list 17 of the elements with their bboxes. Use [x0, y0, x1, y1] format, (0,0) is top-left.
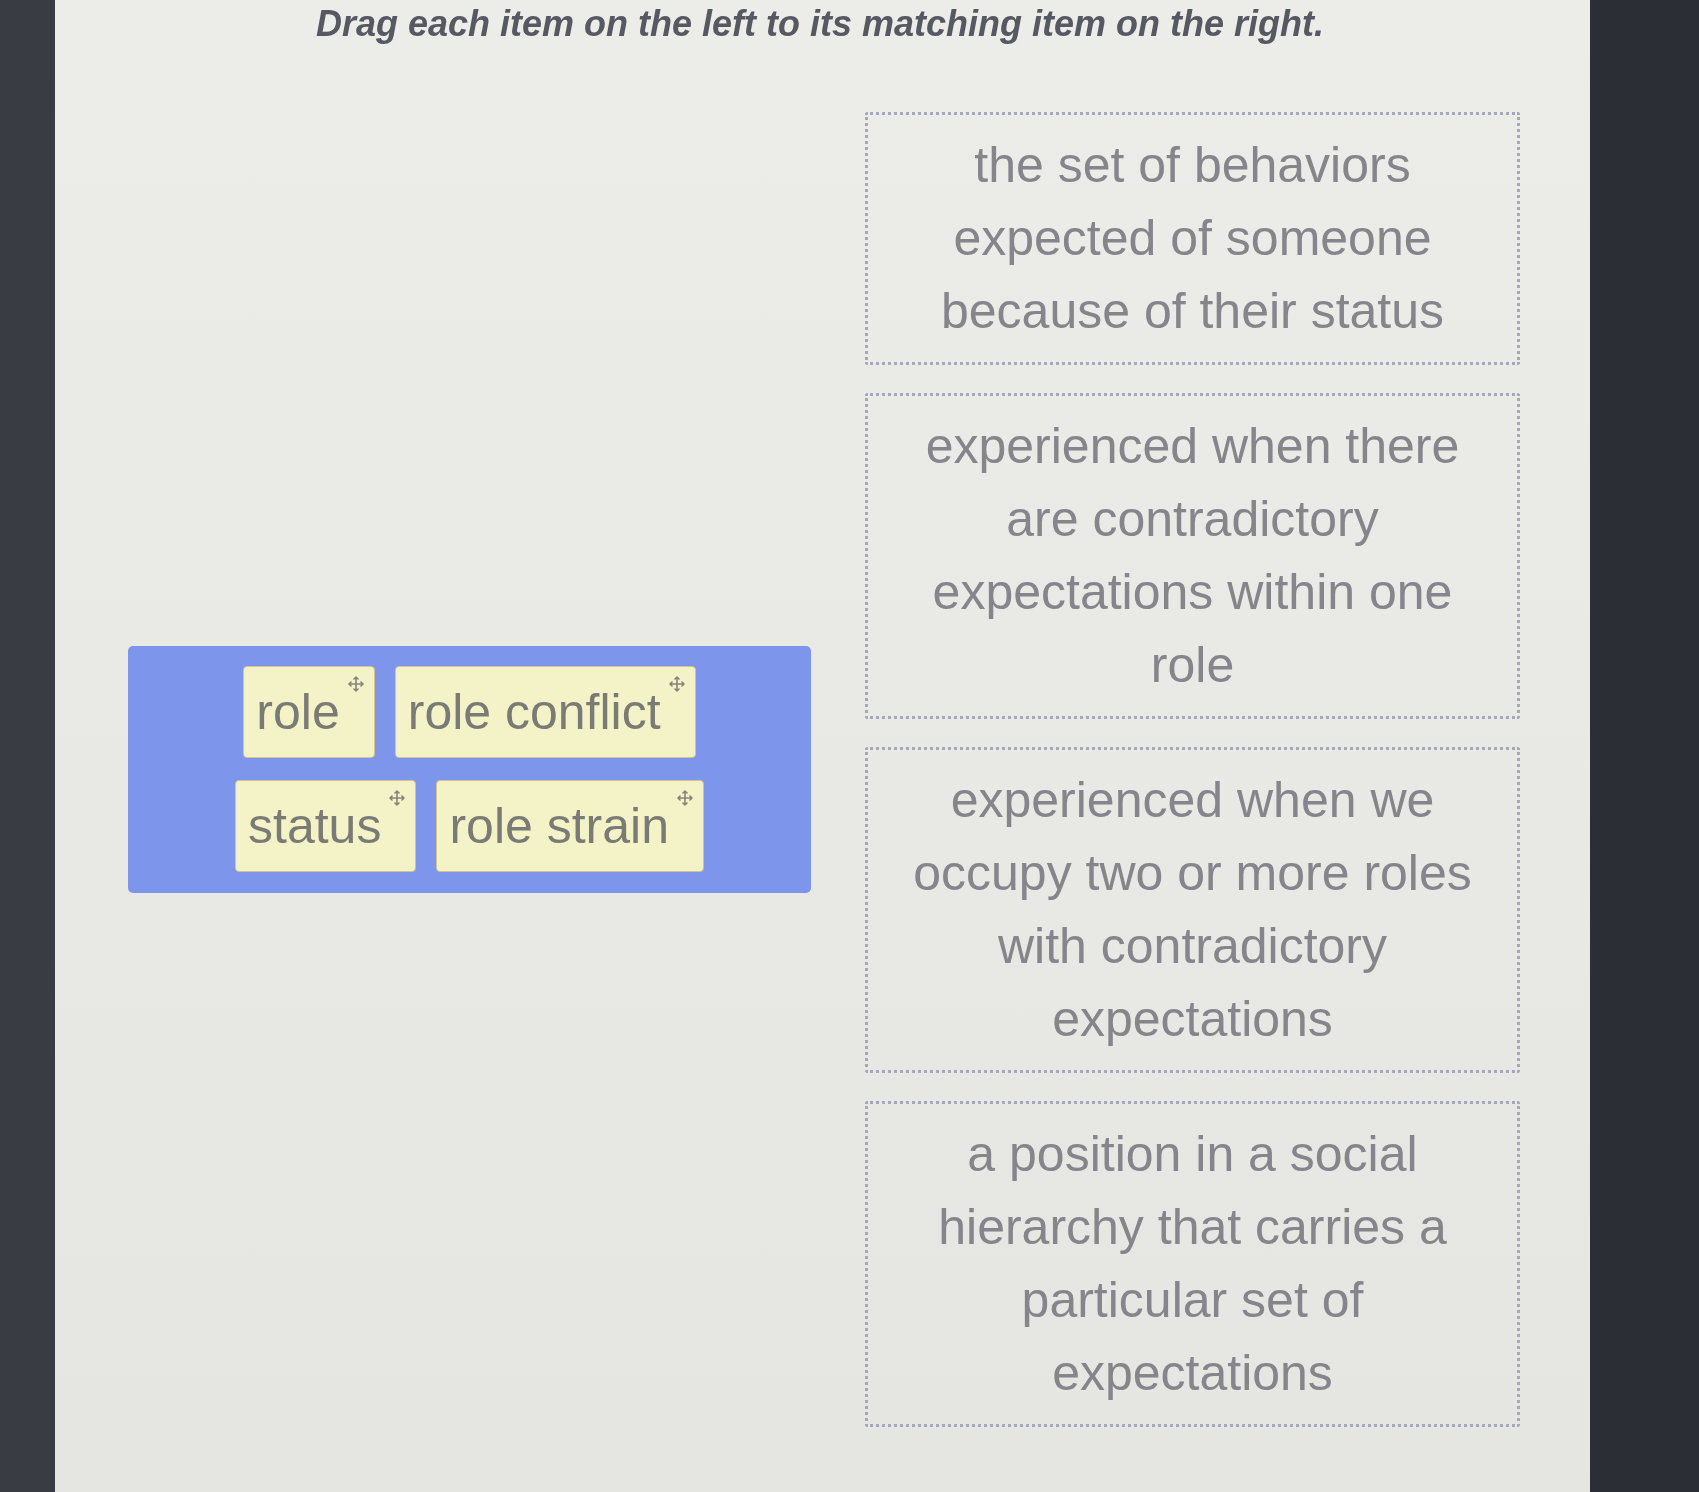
move-icon — [347, 676, 364, 692]
drop-zone[interactable]: experienced when there are contradictory expectations within one role — [865, 393, 1520, 719]
drop-zone[interactable]: experienced when we occupy two or more roles with contradictory expectations — [865, 747, 1520, 1073]
draggable-term-chip[interactable]: status — [235, 780, 417, 872]
instruction-text: Drag each item on the left to its matching item on the right. — [316, 2, 1325, 46]
definition-text: the set of behaviors expected of someone because of their status — [939, 136, 1446, 341]
drop-zone[interactable]: the set of behaviors expected of someone because of their status — [865, 112, 1520, 365]
move-icon — [676, 790, 693, 806]
definition-text: a position in a social hierarchy that carries a particular set of expectations — [937, 1125, 1448, 1403]
definition-text: experienced when there are contradictory expectations within one role — [924, 417, 1461, 695]
definition-text: experienced when we occupy two or more roles with contradictory expectations — [912, 771, 1473, 1049]
move-icon — [389, 790, 406, 806]
move-icon — [668, 676, 685, 692]
draggable-term-chip[interactable]: role — [243, 666, 375, 758]
draggable-term-chip[interactable]: role conflict — [394, 666, 696, 758]
draggable-term-chip[interactable]: role strain — [436, 780, 704, 872]
drop-zone[interactable]: a position in a social hierarchy that carries a particular set of expectations — [865, 1101, 1520, 1427]
